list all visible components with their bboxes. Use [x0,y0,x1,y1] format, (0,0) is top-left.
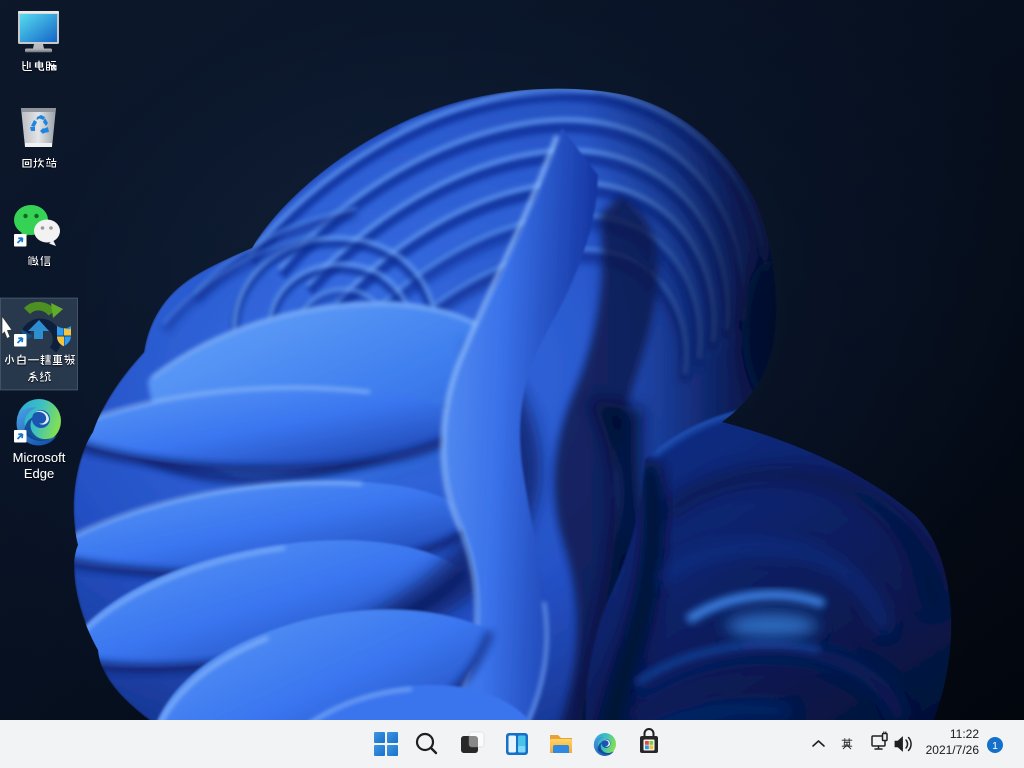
svg-text:1: 1 [992,740,998,752]
svg-text:2021/7/26: 2021/7/26 [926,743,980,757]
svg-text:Edge: Edge [24,466,54,481]
svg-text:11:22: 11:22 [950,727,979,741]
svg-text:Microsoft: Microsoft [13,450,66,465]
